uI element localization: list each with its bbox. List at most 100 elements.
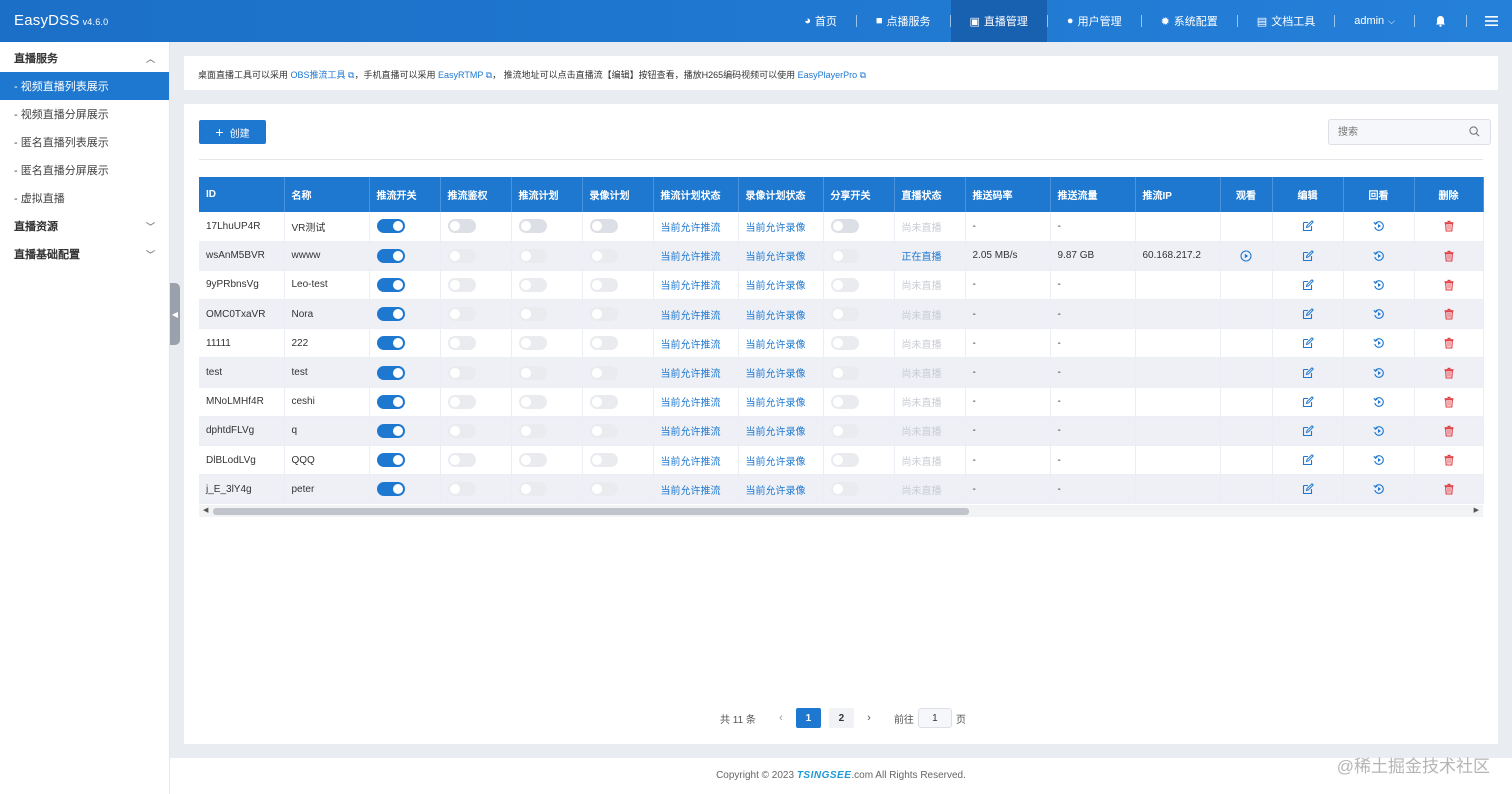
sidebar-item-live-list[interactable]: - 视频直播列表展示 [0,72,169,100]
scrollbar-thumb[interactable] [213,508,969,515]
push-plan-switch[interactable] [518,248,547,263]
sidebar-item-virtual-live[interactable]: - 虚拟直播 [0,184,169,212]
share-switch[interactable] [830,219,859,234]
push-switch[interactable] [376,365,405,380]
push-auth-switch[interactable] [447,277,476,292]
push-auth-switch[interactable] [447,219,476,234]
sidebar-group-live-resources[interactable]: 直播资源 ﹀ [0,212,169,240]
push-plan-switch[interactable] [518,482,547,497]
share-switch[interactable] [830,482,859,497]
push-auth-switch[interactable] [447,307,476,322]
share-switch[interactable] [830,307,859,322]
user-menu[interactable]: admin ⌵ [1335,0,1414,42]
edit-icon[interactable] [1302,279,1314,291]
record-plan-status-link[interactable]: 当前允许录像 [746,311,806,322]
push-auth-switch[interactable] [447,394,476,409]
push-plan-status-link[interactable]: 当前允许推流 [661,281,721,292]
push-plan-switch[interactable] [518,307,547,322]
share-switch[interactable] [830,336,859,351]
record-plan-status-link[interactable]: 当前允许录像 [746,252,806,263]
edit-icon[interactable] [1302,454,1314,466]
push-plan-status-link[interactable]: 当前允许推流 [661,223,721,234]
push-auth-switch[interactable] [447,423,476,438]
push-plan-status-link[interactable]: 当前允许推流 [661,252,721,263]
push-plan-status-link[interactable]: 当前允许推流 [661,457,721,468]
delete-icon[interactable] [1443,425,1455,437]
push-plan-switch[interactable] [518,219,547,234]
share-switch[interactable] [830,453,859,468]
push-switch[interactable] [376,453,405,468]
easyrtmp-link[interactable]: EasyRTMP [438,70,483,80]
push-auth-switch[interactable] [447,336,476,351]
push-plan-switch[interactable] [518,423,547,438]
share-switch[interactable] [830,277,859,292]
notifications-button[interactable] [1415,0,1466,42]
push-auth-switch[interactable] [447,482,476,497]
record-plan-switch[interactable] [589,365,618,380]
sidebar-item-live-split[interactable]: - 视频直播分屏展示 [0,100,169,128]
nav-item-system[interactable]: ✹ 系统配置 [1142,0,1237,42]
play-icon[interactable] [1240,250,1252,262]
push-switch[interactable] [376,423,405,438]
push-plan-switch[interactable] [518,394,547,409]
prev-page-icon[interactable]: ‹ [770,712,792,724]
push-plan-switch[interactable] [518,336,547,351]
record-plan-switch[interactable] [589,394,618,409]
edit-icon[interactable] [1302,425,1314,437]
record-plan-status-link[interactable]: 当前允许录像 [746,369,806,380]
edit-icon[interactable] [1302,220,1314,232]
share-switch[interactable] [830,365,859,380]
delete-icon[interactable] [1443,221,1455,232]
menu-button[interactable] [1467,0,1512,42]
push-switch[interactable] [376,336,405,351]
delete-icon[interactable] [1443,454,1455,466]
sidebar-item-anon-split[interactable]: - 匿名直播分屏展示 [0,156,169,184]
record-plan-status-link[interactable]: 当前允许录像 [746,340,806,351]
sidebar-group-live-config[interactable]: 直播基础配置 ﹀ [0,240,169,268]
create-button[interactable]: + 创建 [199,120,266,144]
push-auth-switch[interactable] [447,248,476,263]
live-status[interactable]: 正在直播 [902,252,942,263]
easyplayerpro-link[interactable]: EasyPlayerPro [798,70,858,80]
push-switch[interactable] [376,219,405,234]
edit-icon[interactable] [1302,337,1314,349]
push-plan-switch[interactable] [518,453,547,468]
push-plan-status-link[interactable]: 当前允许推流 [661,427,721,438]
nav-item-live[interactable]: ▣ 直播管理 [950,0,1047,42]
record-plan-status-link[interactable]: 当前允许录像 [746,281,806,292]
record-plan-switch[interactable] [589,423,618,438]
obs-tool-link[interactable]: OBS推流工具 [291,70,346,80]
delete-icon[interactable] [1443,396,1455,408]
replay-icon[interactable] [1372,280,1385,291]
horizontal-scrollbar[interactable]: ◀ ▶ [199,505,1483,517]
sidebar-group-live-service[interactable]: 直播服务 ︿ [0,44,169,72]
record-plan-status-link[interactable]: 当前允许录像 [746,457,806,468]
record-plan-switch[interactable] [589,248,618,263]
search-input[interactable] [1329,120,1459,144]
page-button-2[interactable]: 2 [828,708,854,728]
sidebar-item-anon-list[interactable]: - 匿名直播列表展示 [0,128,169,156]
push-plan-status-link[interactable]: 当前允许推流 [661,340,721,351]
next-page-icon[interactable]: › [858,712,880,724]
record-plan-status-link[interactable]: 当前允许录像 [746,427,806,438]
edit-icon[interactable] [1302,483,1314,495]
push-switch[interactable] [376,248,405,263]
share-switch[interactable] [830,423,859,438]
replay-icon[interactable] [1372,426,1385,437]
record-plan-switch[interactable] [589,482,618,497]
page-button-1[interactable]: 1 [795,708,821,728]
record-plan-switch[interactable] [589,336,618,351]
push-switch[interactable] [376,277,405,292]
push-plan-switch[interactable] [518,277,547,292]
scroll-right-icon[interactable]: ▶ [1474,506,1479,514]
replay-icon[interactable] [1372,484,1385,495]
app-brand[interactable]: EasyDSS v4.6.0 [14,12,108,29]
nav-item-home[interactable]: ◕ 首页 [785,0,856,42]
record-plan-switch[interactable] [589,219,618,234]
push-auth-switch[interactable] [447,365,476,380]
replay-icon[interactable] [1372,396,1385,407]
share-switch[interactable] [830,394,859,409]
replay-icon[interactable] [1372,221,1385,232]
push-plan-status-link[interactable]: 当前允许推流 [661,311,721,322]
replay-icon[interactable] [1372,338,1385,349]
